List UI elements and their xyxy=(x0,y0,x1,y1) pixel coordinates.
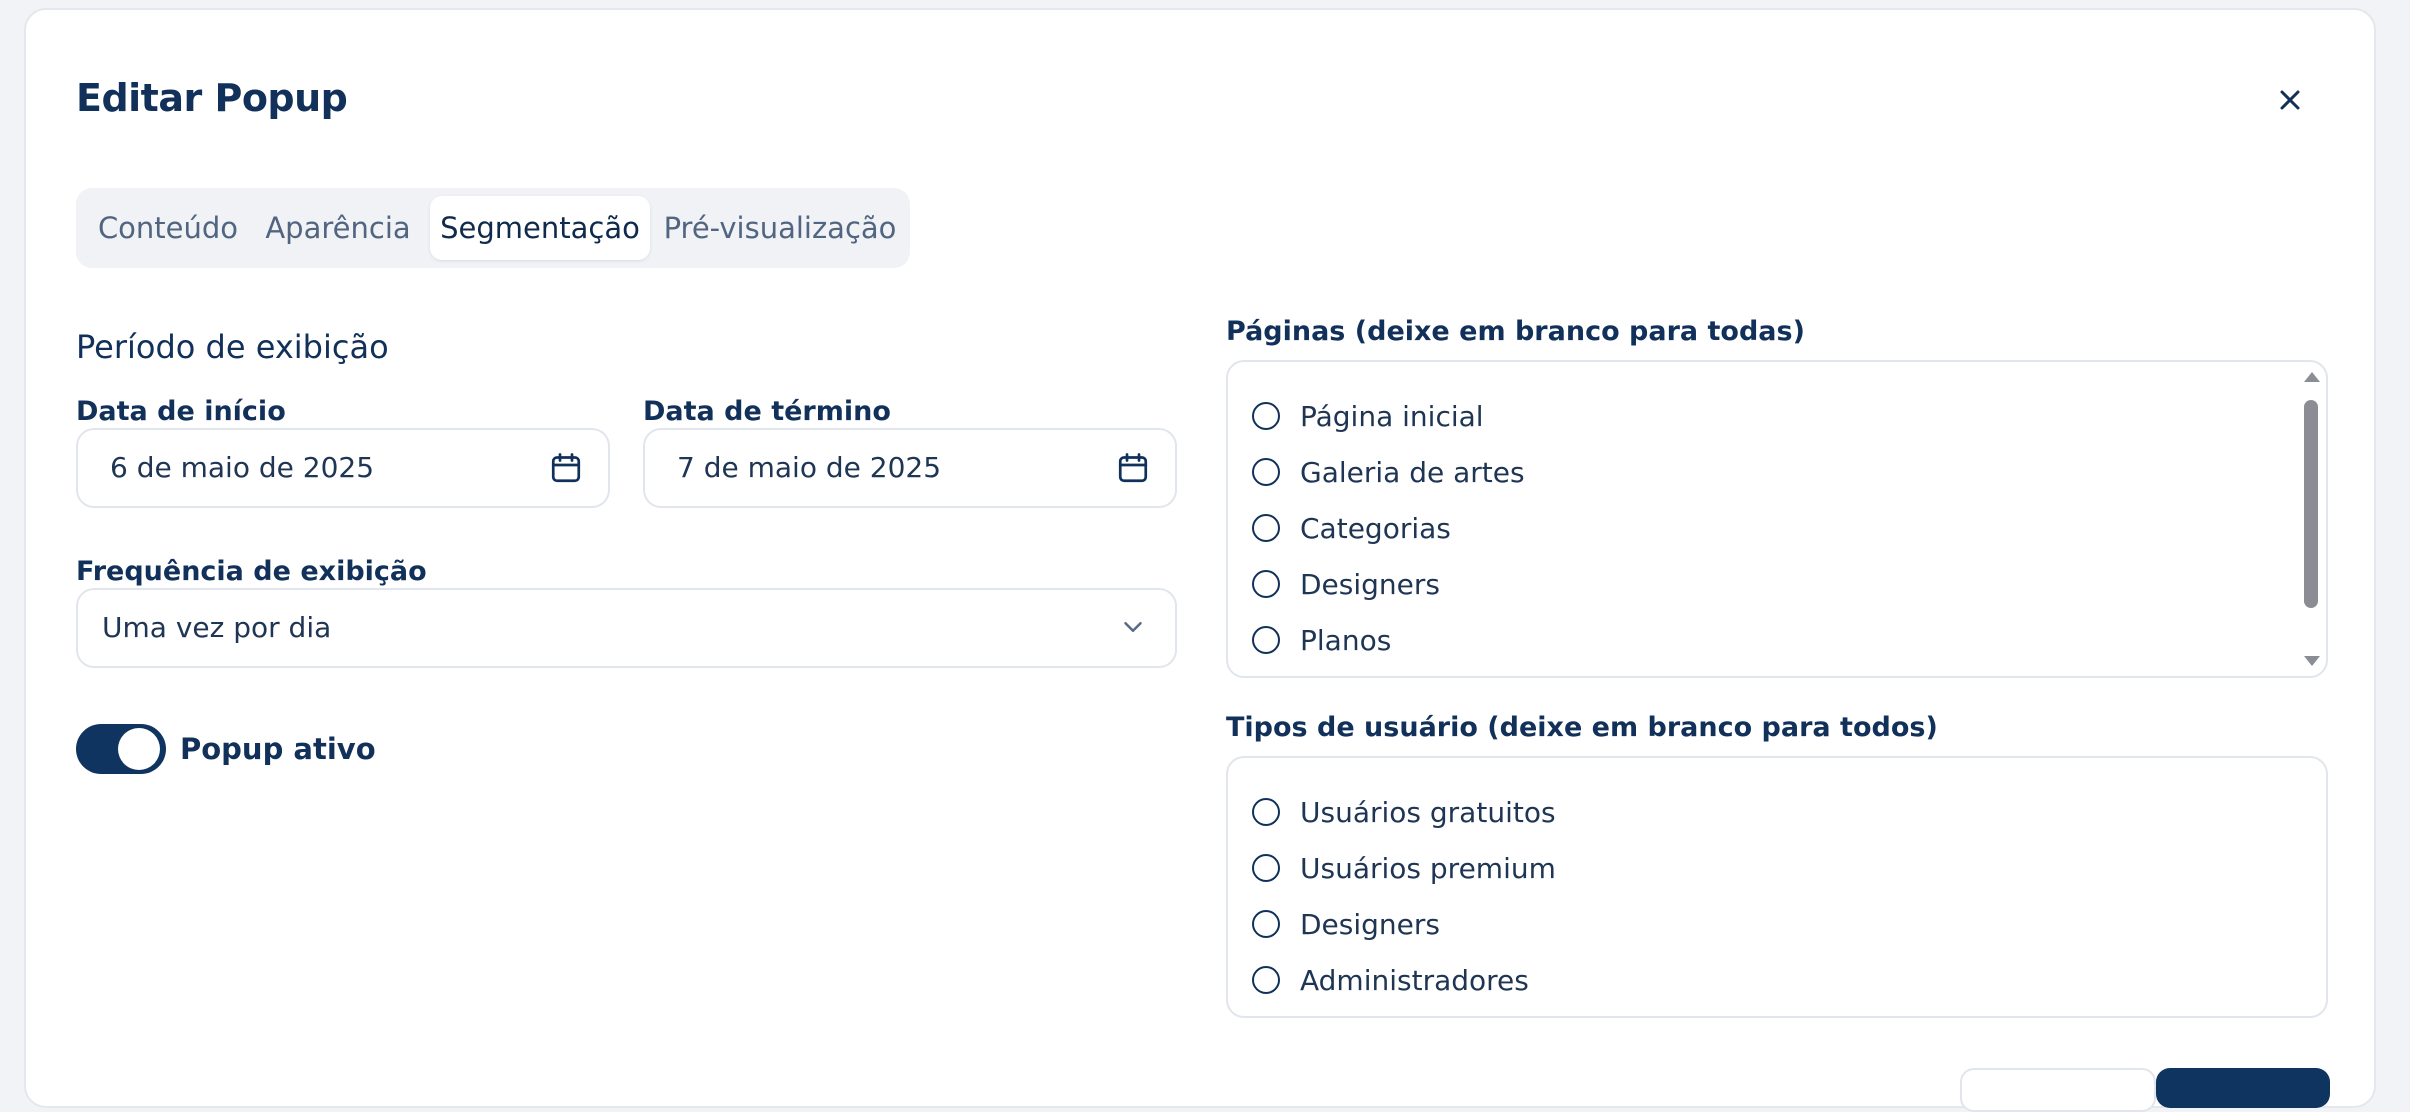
option-label: Galeria de artes xyxy=(1300,455,1525,489)
tab-aparencia[interactable]: Aparência xyxy=(254,196,422,260)
radio-button[interactable] xyxy=(1252,854,1280,882)
popup-active-label: Popup ativo xyxy=(180,732,376,766)
pages-label: Páginas (deixe em branco para todas) xyxy=(1226,316,1805,347)
dialog-title: Editar Popup xyxy=(76,76,348,120)
tab-segmentacao[interactable]: Segmentação xyxy=(430,196,650,260)
display-period-title: Período de exibição xyxy=(76,328,389,366)
edit-popup-dialog: Editar Popup Conteúdo Aparência Segmenta… xyxy=(24,8,2376,1112)
page-option-designers[interactable]: Designers xyxy=(1252,564,1440,604)
start-date-value: 6 de maio de 2025 xyxy=(110,451,375,484)
option-label: Categorias xyxy=(1300,511,1451,545)
scroll-up-arrow-icon[interactable] xyxy=(2304,372,2320,382)
radio-button[interactable] xyxy=(1252,798,1280,826)
user-option-designers[interactable]: Designers xyxy=(1252,904,1440,944)
page-option-partial[interactable] xyxy=(1252,676,1280,678)
close-icon xyxy=(2280,90,2300,110)
pages-list[interactable]: Página inicial Galeria de artes Categori… xyxy=(1226,360,2328,678)
scrollbar[interactable] xyxy=(2300,362,2320,676)
cancel-button[interactable] xyxy=(1960,1068,2156,1112)
scrollbar-thumb[interactable] xyxy=(2304,400,2318,608)
page-option-categories[interactable]: Categorias xyxy=(1252,508,1451,548)
end-date-label: Data de término xyxy=(643,396,891,427)
user-types-list[interactable]: Usuários gratuitos Usuários premium Desi… xyxy=(1226,756,2328,1018)
frequency-label: Frequência de exibição xyxy=(76,556,427,587)
close-button[interactable] xyxy=(2272,82,2308,118)
tab-pre-visualizacao[interactable]: Pré-visualização xyxy=(658,196,902,260)
option-label: Página inicial xyxy=(1300,399,1484,433)
tab-list: Conteúdo Aparência Segmentação Pré-visua… xyxy=(76,188,910,268)
option-label: Designers xyxy=(1300,907,1440,941)
calendar-icon xyxy=(551,453,581,483)
user-option-admins[interactable]: Administradores xyxy=(1252,960,1529,1000)
page-option-gallery[interactable]: Galeria de artes xyxy=(1252,452,1525,492)
page-option-plans[interactable]: Planos xyxy=(1252,620,1391,660)
popup-active-toggle[interactable] xyxy=(76,724,166,774)
save-button[interactable] xyxy=(2156,1068,2330,1108)
frequency-select[interactable]: Uma vez por dia xyxy=(76,588,1177,668)
option-label: Administradores xyxy=(1300,963,1529,997)
user-option-premium[interactable]: Usuários premium xyxy=(1252,848,1556,888)
start-date-label: Data de início xyxy=(76,396,286,427)
user-types-label: Tipos de usuário (deixe em branco para t… xyxy=(1226,712,1938,743)
calendar-icon xyxy=(1118,453,1148,483)
radio-button[interactable] xyxy=(1252,910,1280,938)
option-label: Designers xyxy=(1300,567,1440,601)
scroll-down-arrow-icon[interactable] xyxy=(2304,656,2320,666)
option-label: Planos xyxy=(1300,623,1392,657)
option-label: Usuários gratuitos xyxy=(1300,795,1556,829)
radio-button[interactable] xyxy=(1252,402,1280,430)
page-option-home[interactable]: Página inicial xyxy=(1252,396,1484,436)
end-date-value: 7 de maio de 2025 xyxy=(677,451,942,484)
tab-conteudo[interactable]: Conteúdo xyxy=(84,196,252,260)
radio-button[interactable] xyxy=(1252,570,1280,598)
user-option-free[interactable]: Usuários gratuitos xyxy=(1252,792,1556,832)
radio-button[interactable] xyxy=(1252,966,1280,994)
chevron-down-icon xyxy=(1124,622,1142,632)
frequency-value: Uma vez por dia xyxy=(102,611,332,644)
radio-button[interactable] xyxy=(1252,514,1280,542)
end-date-field[interactable]: 7 de maio de 2025 xyxy=(643,428,1177,508)
radio-button[interactable] xyxy=(1252,626,1280,654)
start-date-field[interactable]: 6 de maio de 2025 xyxy=(76,428,610,508)
radio-button[interactable] xyxy=(1252,458,1280,486)
option-label: Usuários premium xyxy=(1300,851,1556,885)
toggle-knob xyxy=(118,728,160,770)
